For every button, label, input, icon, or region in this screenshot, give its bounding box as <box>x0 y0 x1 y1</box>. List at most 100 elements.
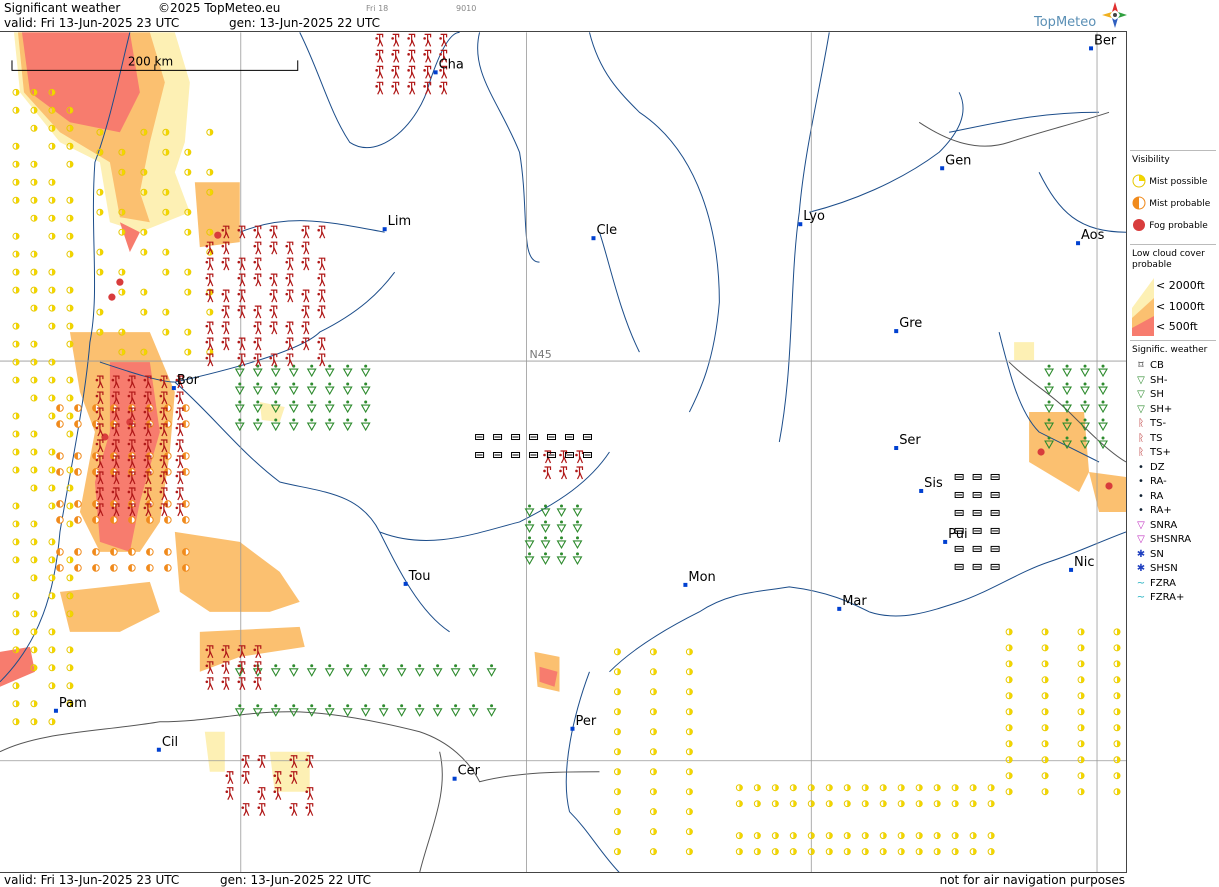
city-cha[interactable]: Cha <box>433 57 464 75</box>
city-ser[interactable]: Ser <box>894 433 921 451</box>
mist-possible-icon <box>685 848 693 856</box>
mist-possible-icon <box>1113 772 1121 780</box>
city-tou[interactable]: Tou <box>403 569 431 586</box>
shower-icon <box>271 382 281 395</box>
shower-icon <box>343 399 353 413</box>
shower-icon <box>1044 399 1054 413</box>
mist-possible-icon <box>649 648 657 656</box>
shower-icon <box>271 663 281 677</box>
mist-possible-icon <box>685 828 693 836</box>
thunderstorm-icon <box>220 321 230 335</box>
city-label: Gen <box>945 153 971 168</box>
city-ber[interactable]: Ber <box>1089 33 1117 51</box>
chart-title: Significant weather <box>4 1 121 15</box>
city-aos[interactable]: Aos <box>1076 228 1105 246</box>
mist-possible-icon <box>48 592 56 600</box>
mist-possible-icon <box>1113 692 1121 700</box>
mist-possible-icon <box>66 160 74 168</box>
cb-icon <box>990 491 1000 498</box>
city-nic[interactable]: Nic <box>1069 555 1094 572</box>
mist-probable-icon <box>74 452 82 460</box>
mist-possible-icon <box>1005 772 1013 780</box>
thunderstorm-heavy-icon: ᚱ <box>1138 447 1144 458</box>
mist-possible-icon <box>613 708 621 716</box>
thunderstorm-icon <box>406 65 416 79</box>
disclaimer: not for air navigation purposes <box>939 873 1125 887</box>
cb-icon <box>972 545 982 552</box>
city-gre[interactable]: Gre <box>894 316 922 334</box>
mist-possible-icon <box>30 520 38 528</box>
weather-map[interactable]: N45 200 km Cha Lim Cle Lyo Gen Ber Aos G… <box>0 32 1127 873</box>
mist-probable-icon <box>146 548 154 556</box>
shower-icon <box>1080 399 1090 413</box>
mist-probable-icon <box>110 548 118 556</box>
city-pam[interactable]: Pam <box>53 696 87 713</box>
mist-possible-icon <box>879 832 887 840</box>
mist-possible-icon <box>789 848 797 856</box>
thunderstorm-icon <box>422 33 432 47</box>
mist-possible-icon <box>30 340 38 348</box>
fog-probable-icon <box>108 293 116 301</box>
shower-icon <box>433 703 443 717</box>
mist-possible-icon <box>48 178 56 186</box>
shower-icon <box>361 382 371 395</box>
mist-possible-icon <box>685 808 693 816</box>
thunderstorm-icon <box>316 273 326 287</box>
cloud-cover-layer <box>0 32 1126 792</box>
shower-icon <box>343 382 353 395</box>
shower-icon <box>289 382 299 395</box>
mist-possible-icon <box>30 214 38 222</box>
city-cer[interactable]: Cer <box>452 764 481 781</box>
mist-possible-icon <box>66 664 74 672</box>
mist-possible-icon <box>66 466 74 474</box>
legend-divider <box>1130 244 1216 245</box>
city-pui[interactable]: Pui <box>943 527 968 544</box>
shower-icon <box>1098 364 1108 377</box>
city-mar[interactable]: Mar <box>837 594 867 611</box>
city-label: Lim <box>388 214 411 229</box>
mist-possible-icon <box>48 682 56 690</box>
city-cle[interactable]: Cle <box>591 223 617 241</box>
cb-icon <box>990 563 1000 570</box>
city-lyo[interactable]: Lyo <box>798 209 825 227</box>
city-cil[interactable]: Cil <box>156 735 178 752</box>
city-mon[interactable]: Mon <box>683 570 716 587</box>
mist-possible-icon <box>30 628 38 636</box>
shower-icon <box>325 417 335 431</box>
mist-possible-icon <box>12 250 20 258</box>
mist-possible-icon <box>753 800 761 808</box>
mist-possible-icon <box>843 800 851 808</box>
mist-possible-icon <box>685 748 693 756</box>
city-lim[interactable]: Lim <box>382 214 411 232</box>
thunderstorm-icon <box>252 257 262 271</box>
thunderstorm-icon <box>316 337 326 351</box>
mist-possible-icon <box>1005 740 1013 748</box>
mist-probable-icon <box>74 500 82 508</box>
legend-mist-possible: Mist possible <box>1132 174 1207 188</box>
legend-ra: • RA <box>1132 491 1163 502</box>
mist-probable-icon <box>146 516 154 524</box>
thunderstorm-icon <box>174 487 184 501</box>
cb-icon <box>972 509 982 516</box>
mist-possible-icon <box>12 682 20 690</box>
logo-text: TopMeteo <box>1033 15 1096 30</box>
shower-icon <box>1062 364 1072 377</box>
mist-possible-icon <box>48 394 56 402</box>
mist-possible-icon <box>1132 174 1146 188</box>
mist-possible-icon <box>162 328 170 336</box>
shower-icon <box>289 417 299 431</box>
mist-probable-icon <box>110 564 118 572</box>
mist-possible-icon <box>30 250 38 258</box>
mist-possible-icon <box>12 358 20 366</box>
thunderstorm-icon <box>256 787 266 801</box>
city-bor[interactable]: Bor <box>171 373 200 391</box>
mist-probable-icon <box>56 500 64 508</box>
thunderstorm-icon <box>390 33 400 47</box>
city-sis[interactable]: Sis <box>919 476 943 493</box>
mist-possible-icon <box>184 328 192 336</box>
mist-possible-icon <box>12 286 20 294</box>
shower-icon <box>307 703 317 717</box>
city-gen[interactable]: Gen <box>940 153 971 171</box>
mist-possible-icon <box>649 688 657 696</box>
thunderstorm-icon <box>220 661 230 675</box>
